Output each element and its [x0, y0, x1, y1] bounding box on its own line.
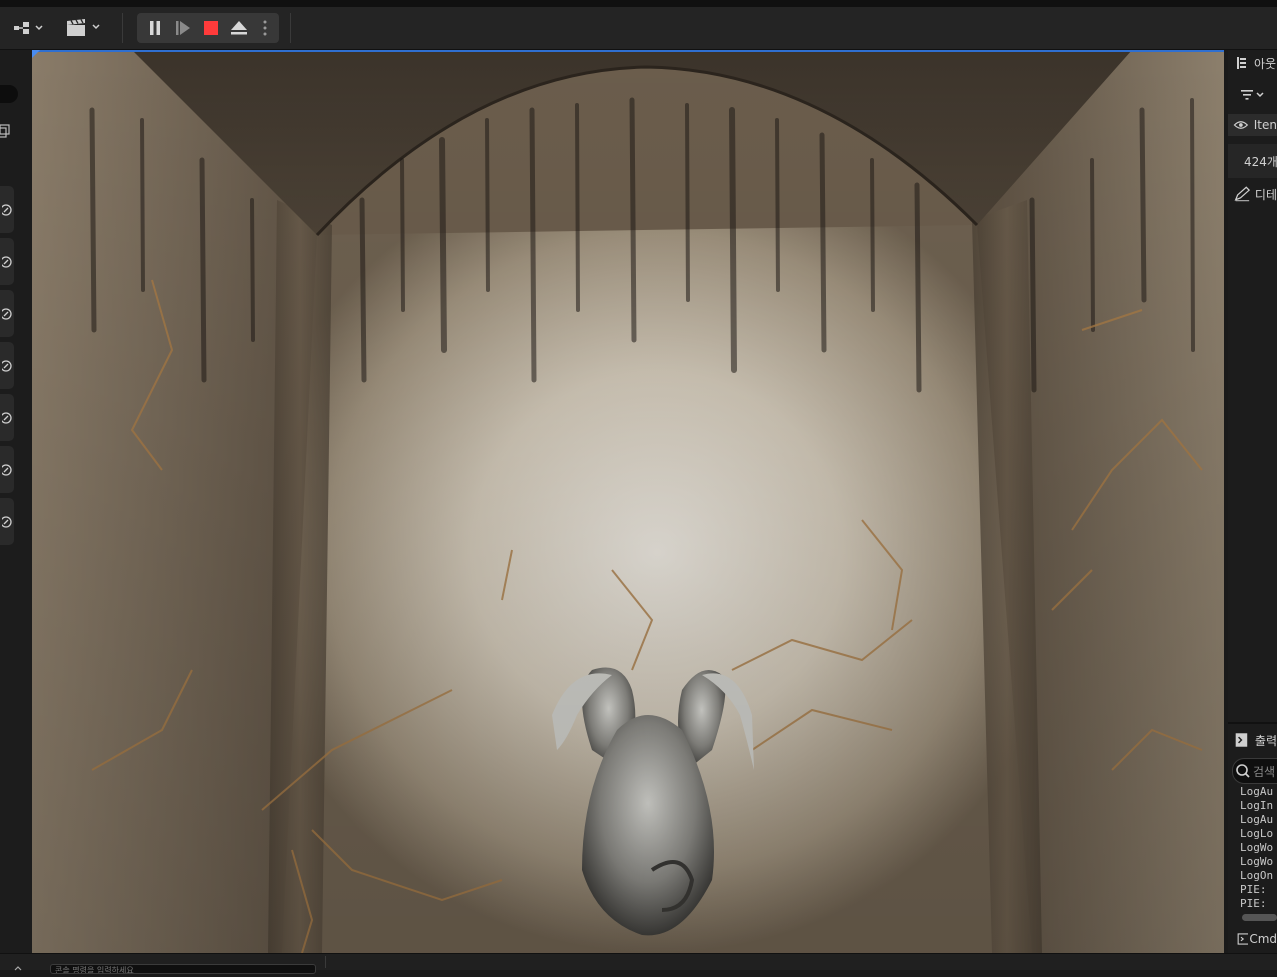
left-sidebar [0, 50, 32, 953]
modes-dropdown[interactable] [8, 15, 48, 41]
pause-button[interactable] [141, 13, 169, 43]
stop-button[interactable] [197, 13, 225, 43]
console-icon [1237, 933, 1249, 945]
sidebar-tab[interactable] [0, 290, 14, 337]
eject-button[interactable] [225, 13, 253, 43]
viewport-corner-marker [32, 50, 40, 58]
output-log-title: 출력 [1254, 733, 1277, 748]
filter-icon [1241, 90, 1264, 100]
modes-icon [14, 22, 43, 34]
details-tab[interactable]: 디테 [1228, 183, 1277, 205]
item-count-text: 424개 [1244, 154, 1277, 169]
log-line: LogIn [1240, 799, 1274, 812]
sidebar-layers-button[interactable] [0, 123, 14, 139]
output-search-input[interactable]: 검색 [1232, 758, 1277, 784]
viewport-scene [32, 50, 1224, 953]
column-item-label: Iten [1253, 118, 1277, 132]
outliner-title: 아웃 [1254, 56, 1277, 71]
eye-icon [1233, 121, 1249, 129]
outliner-filter-button[interactable] [1228, 84, 1277, 106]
pencil-icon [1234, 186, 1251, 202]
right-panel: 아웃 Iten 424개 디테 출력 검색 LogAu LogIn LogAu … [1228, 50, 1277, 953]
log-line: LogWo [1240, 855, 1274, 868]
visibility-icon [2, 255, 12, 268]
visibility-icon [2, 307, 12, 320]
status-bar: 콘솔 명령을 입력하세요 [0, 953, 1277, 974]
eject-icon [231, 21, 247, 35]
sidebar-tab[interactable] [0, 446, 14, 493]
output-horizontal-scrollbar[interactable] [1242, 914, 1277, 921]
cinematics-dropdown[interactable] [62, 15, 104, 41]
cmd-label: Cmd [1249, 932, 1277, 946]
viewport-focus-line [32, 50, 1224, 52]
details-title: 디테 [1254, 187, 1277, 202]
sidebar-tab[interactable] [0, 342, 14, 389]
console-placeholder: 콘솔 명령을 입력하세요 [55, 966, 134, 974]
console-command-input[interactable]: 콘솔 명령을 입력하세요 [50, 964, 316, 974]
visibility-icon [2, 463, 12, 476]
layers-icon [0, 124, 10, 138]
sidebar-tab[interactable] [0, 186, 14, 233]
sidebar-search-pill[interactable] [0, 85, 18, 103]
main-toolbar [0, 7, 1277, 50]
toolbar-separator [122, 13, 123, 43]
output-log-tab[interactable]: 출력 [1228, 728, 1277, 752]
visibility-icon [2, 515, 12, 528]
outliner-icon [1237, 57, 1246, 69]
output-log-icon [1235, 733, 1248, 747]
window-top-strip [0, 0, 1277, 7]
visibility-icon [2, 411, 12, 424]
sidebar-tab[interactable] [0, 238, 14, 285]
log-line: PIE: [1240, 883, 1267, 896]
outliner-tab[interactable]: 아웃 [1228, 52, 1277, 74]
chevron-icon [14, 966, 22, 971]
more-options-icon [263, 20, 267, 36]
search-placeholder: 검색 [1253, 764, 1276, 779]
pause-icon [150, 21, 160, 35]
step-frame-button[interactable] [169, 13, 197, 43]
outliner-item-count: 424개 [1228, 144, 1277, 178]
log-line: LogAu [1240, 785, 1274, 798]
play-options-button[interactable] [253, 13, 277, 43]
sidebar-tab[interactable] [0, 394, 14, 441]
status-separator [325, 956, 326, 968]
stop-icon [204, 21, 218, 35]
visibility-icon [2, 359, 12, 372]
status-bar-menu[interactable] [14, 958, 22, 971]
cmd-selector[interactable]: Cmd [1228, 928, 1277, 950]
play-controls [137, 13, 279, 43]
output-log-lines: LogAu LogIn LogAu LogLo LogWo LogWo LogOn PIE: … [1240, 785, 1277, 911]
search-icon [1236, 764, 1250, 778]
log-line: LogAu [1240, 813, 1274, 826]
step-frame-icon [176, 21, 190, 35]
log-line: PIE: [1240, 897, 1267, 910]
log-line: LogOn [1240, 869, 1274, 882]
panel-splitter[interactable] [1228, 722, 1277, 724]
clapperboard-icon [67, 19, 100, 36]
log-line: LogWo [1240, 841, 1274, 854]
visibility-icon [2, 203, 12, 216]
outliner-column-header[interactable]: Iten [1228, 114, 1277, 136]
log-line: LogLo [1240, 827, 1274, 840]
toolbar-separator [290, 13, 291, 43]
level-viewport[interactable] [32, 50, 1224, 953]
sidebar-tab[interactable] [0, 498, 14, 545]
